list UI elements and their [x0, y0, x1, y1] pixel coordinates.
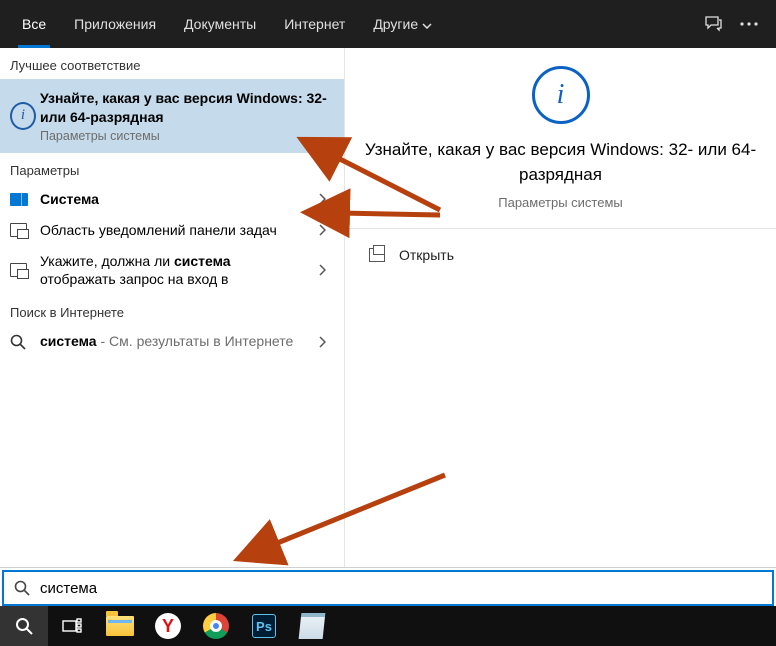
- display-settings-icon: [10, 193, 36, 206]
- web-search-result[interactable]: система - См. результаты в Интернете: [0, 326, 344, 357]
- taskbar-settings-icon: [10, 223, 36, 237]
- feedback-icon[interactable]: [704, 15, 722, 33]
- taskbar-app-notepad[interactable]: [288, 606, 336, 646]
- search-bar[interactable]: [2, 570, 774, 606]
- chevron-right-icon: [310, 224, 334, 236]
- taskbar-taskview-button[interactable]: [48, 606, 96, 646]
- divider: [345, 228, 776, 229]
- taskbar-app-explorer[interactable]: [96, 606, 144, 646]
- taskbar-app-chrome[interactable]: [192, 606, 240, 646]
- taskbar-search-button[interactable]: [0, 606, 48, 646]
- signin-settings-icon: [10, 263, 36, 277]
- settings-result-system[interactable]: Система: [0, 184, 344, 215]
- tab-all[interactable]: Все: [8, 0, 60, 48]
- section-best-match: Лучшее соответствие: [0, 48, 344, 79]
- result-title: Укажите, должна ли система отображать за…: [40, 252, 310, 290]
- tab-internet[interactable]: Интернет: [270, 0, 359, 48]
- taskbar-app-yandex[interactable]: Y: [144, 606, 192, 646]
- open-label: Открыть: [399, 247, 454, 263]
- best-match-result[interactable]: i Узнайте, какая у вас версия Windows: 3…: [0, 79, 344, 153]
- best-match-subtitle: Параметры системы: [40, 129, 334, 143]
- open-icon: [369, 248, 385, 262]
- result-title: система - См. результаты в Интернете: [40, 332, 310, 351]
- search-filter-tabs: Все Приложения Документы Интернет Другие: [0, 0, 776, 48]
- search-icon: [10, 580, 34, 596]
- tab-more-label: Другие: [373, 16, 418, 32]
- chevron-right-icon: [310, 336, 334, 348]
- chevron-right-icon: [310, 193, 334, 205]
- taskbar-app-photoshop[interactable]: Ps: [240, 606, 288, 646]
- result-preview-pane: i Узнайте, какая у вас версия Windows: 3…: [344, 48, 776, 567]
- more-options-icon[interactable]: [740, 22, 758, 26]
- preview-title: Узнайте, какая у вас версия Windows: 32-…: [345, 138, 776, 187]
- settings-result-signin-prompt[interactable]: Укажите, должна ли система отображать за…: [0, 246, 344, 296]
- chevron-down-icon: [422, 16, 432, 32]
- tab-apps[interactable]: Приложения: [60, 0, 170, 48]
- tab-more[interactable]: Другие: [359, 0, 446, 48]
- chevron-right-icon: [310, 264, 334, 276]
- search-input[interactable]: [34, 580, 766, 597]
- tab-documents[interactable]: Документы: [170, 0, 270, 48]
- taskbar: Y Ps: [0, 606, 776, 646]
- search-icon: [10, 334, 36, 350]
- section-web-search: Поиск в Интернете: [0, 295, 344, 326]
- result-title: Область уведомлений панели задач: [40, 221, 310, 240]
- settings-result-notification-area[interactable]: Область уведомлений панели задач: [0, 215, 344, 246]
- info-icon: i: [10, 102, 36, 130]
- open-action[interactable]: Открыть: [345, 239, 776, 271]
- info-icon: i: [532, 66, 590, 124]
- result-title: Система: [40, 190, 310, 209]
- section-settings: Параметры: [0, 153, 344, 184]
- results-list: Лучшее соответствие i Узнайте, какая у в…: [0, 48, 344, 567]
- best-match-title: Узнайте, какая у вас версия Windows: 32-…: [40, 89, 334, 127]
- preview-subtitle: Параметры системы: [345, 195, 776, 210]
- search-results-area: Лучшее соответствие i Узнайте, какая у в…: [0, 48, 776, 568]
